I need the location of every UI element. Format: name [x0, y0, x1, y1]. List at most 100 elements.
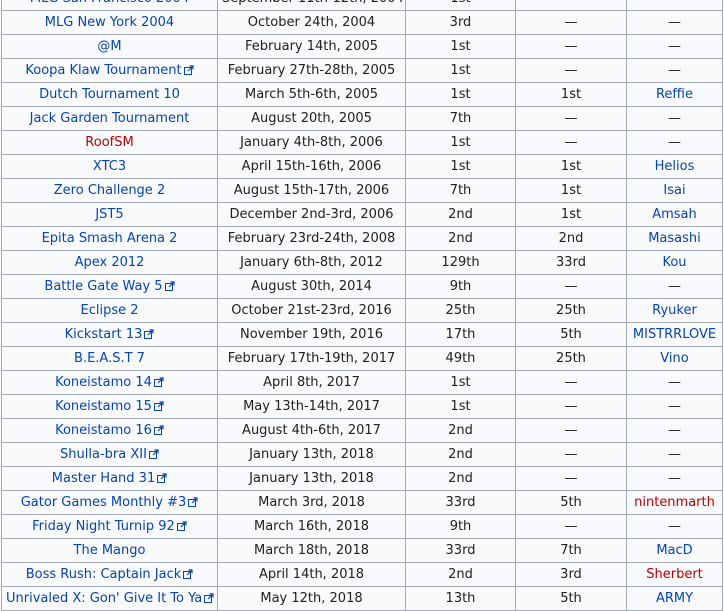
singles-placement-cell: 49th — [405, 346, 516, 371]
tournament-link[interactable]: MLG San Francisco 2004 — [30, 0, 189, 6]
doubles-placement-cell: — — [515, 10, 627, 35]
tournament-cell: MLG San Francisco 2004 — [1, 0, 218, 11]
tournament-link[interactable]: XTC3 — [93, 159, 126, 174]
table-row: Kickstart 13 November 19th, 2016 17th 5th MI… — [1, 322, 723, 347]
date-cell: January 13th, 2018 — [217, 442, 406, 467]
tournament-link[interactable]: Eclipse 2 — [80, 303, 138, 318]
partner-cell — [626, 0, 723, 11]
tournament-results-table: MLG San Francisco 2004 September 11th-12t… — [1, 0, 723, 611]
tournament-cell: MLG New York 2004 — [1, 10, 218, 35]
external-link-icon[interactable] — [176, 521, 187, 531]
partner-link[interactable]: Masashi — [648, 231, 701, 246]
external-link-icon[interactable] — [183, 569, 193, 579]
singles-placement-cell: 2nd — [405, 226, 516, 251]
tournament-cell: JST5 — [1, 202, 218, 227]
partner-cell: MacD — [626, 538, 723, 563]
singles-placement-cell: 2nd — [405, 466, 516, 491]
tournament-cell: Zero Challenge 2 — [1, 178, 218, 203]
external-link-icon[interactable] — [148, 449, 159, 459]
partner-cell: — — [626, 10, 723, 35]
partner-link[interactable]: ARMY — [656, 591, 693, 606]
tournament-link[interactable]: Dutch Tournament 10 — [39, 87, 180, 102]
table-row: Master Hand 31 January 13th, 2018 2nd — — — [1, 466, 723, 491]
tournament-link[interactable]: B.E.A.S.T 7 — [74, 351, 145, 366]
date-cell: November 19th, 2016 — [217, 322, 406, 347]
partner-cell: Ryuker — [626, 298, 723, 323]
doubles-placement-cell: 1st — [515, 154, 627, 179]
doubles-placement-cell: — — [515, 130, 627, 155]
external-link-icon[interactable] — [144, 329, 154, 339]
tournament-link[interactable]: The Mango — [74, 543, 146, 558]
doubles-placement-cell: — — [515, 418, 627, 443]
external-link-icon[interactable] — [183, 65, 194, 75]
singles-placement-cell: 2nd — [405, 418, 516, 443]
tournament-link[interactable]: Kickstart 13 — [65, 327, 143, 342]
partner-link[interactable]: Reffie — [656, 87, 693, 102]
partner-link[interactable]: Vino — [660, 351, 688, 366]
tournament-link[interactable]: Koopa Klaw Tournament — [25, 63, 181, 78]
table-row: Shulla-bra XII January 13th, 2018 2nd — — — [1, 442, 723, 467]
date-cell: August 20th, 2005 — [217, 106, 406, 131]
date-cell: December 2nd-3rd, 2006 — [217, 202, 406, 227]
tournament-cell: Dutch Tournament 10 — [1, 82, 218, 107]
table-row: @M February 14th, 2005 1st — — — [1, 34, 723, 59]
doubles-placement-cell — [515, 0, 627, 11]
tournament-link[interactable]: JST5 — [95, 207, 123, 222]
partner-link[interactable]: Isai — [663, 183, 685, 198]
table-row: Koneistamo 16 August 4th-6th, 2017 2nd — — — [1, 418, 723, 443]
tournament-cell: XTC3 — [1, 154, 218, 179]
tournament-link[interactable]: Epita Smash Arena 2 — [42, 231, 178, 246]
partner-link[interactable]: Ryuker — [652, 303, 697, 318]
external-link-icon[interactable] — [153, 401, 164, 411]
external-link-icon[interactable] — [204, 593, 214, 603]
external-link-icon[interactable] — [164, 281, 175, 291]
partner-link[interactable]: Amsah — [652, 207, 697, 222]
external-link-icon[interactable] — [157, 473, 167, 483]
tournament-link[interactable]: @M — [97, 39, 121, 54]
tournament-cell: Koopa Klaw Tournament — [1, 58, 218, 83]
tournament-link[interactable]: Zero Challenge 2 — [54, 183, 165, 198]
partner-link[interactable]: Kou — [662, 255, 686, 270]
singles-placement-cell: 1st — [405, 154, 516, 179]
tournament-link[interactable]: Apex 2012 — [75, 255, 145, 270]
doubles-placement-cell: 5th — [515, 586, 627, 611]
doubles-placement-cell: 5th — [515, 322, 627, 347]
singles-placement-cell: 7th — [405, 178, 516, 203]
doubles-placement-cell: — — [515, 514, 627, 539]
date-cell: May 12th, 2018 — [217, 586, 406, 611]
partner-cell: — — [626, 106, 723, 131]
table-row: Eclipse 2 October 21st-23rd, 2016 25th 25th… — [1, 298, 723, 323]
external-link-icon[interactable] — [153, 425, 164, 435]
singles-placement-cell: 1st — [405, 370, 516, 395]
tournament-link[interactable]: Koneistamo 15 — [55, 399, 152, 414]
tournament-link[interactable]: Master Hand 31 — [52, 471, 155, 486]
singles-placement-cell: 129th — [405, 250, 516, 275]
tournament-link[interactable]: Koneistamo 16 — [55, 423, 152, 438]
table-row: XTC3 April 15th-16th, 2006 1st 1st Helios — [1, 154, 723, 179]
tournament-link[interactable]: RoofSM — [85, 135, 133, 150]
external-link-icon[interactable] — [188, 497, 198, 507]
tournament-cell: @M — [1, 34, 218, 59]
table-row: MLG New York 2004 October 24th, 2004 3rd — — — [1, 10, 723, 35]
partner-link[interactable]: Helios — [655, 159, 695, 174]
partner-link[interactable]: nintenmarth — [634, 495, 715, 510]
partner-link[interactable]: MacD — [656, 543, 692, 558]
tournament-link[interactable]: Battle Gate Way 5 — [44, 279, 162, 294]
tournament-cell: Boss Rush: Captain Jack — [1, 562, 218, 587]
partner-link[interactable]: Sherbert — [646, 567, 703, 582]
tournament-link[interactable]: Koneistamo 14 — [55, 375, 152, 390]
tournament-link[interactable]: Friday Night Turnip 92 — [32, 519, 175, 534]
tournament-link[interactable]: Shulla-bra XII — [60, 447, 147, 462]
external-link-icon[interactable] — [153, 377, 164, 387]
table-row: Epita Smash Arena 2 February 23rd-24th, 2… — [1, 226, 723, 251]
tournament-cell: Battle Gate Way 5 — [1, 274, 218, 299]
tournament-link[interactable]: Jack Garden Tournament — [30, 111, 190, 126]
table-row: Jack Garden Tournament August 20th, 2005 7… — [1, 106, 723, 131]
tournament-link[interactable]: Gator Games Monthly #3 — [21, 495, 187, 510]
table-row: B.E.A.S.T 7 February 17th-19th, 2017 49th 2… — [1, 346, 723, 371]
partner-link[interactable]: MISTRRLOVE — [633, 327, 716, 342]
tournament-link[interactable]: Unrivaled X: Gon' Give It To Ya — [6, 591, 202, 606]
doubles-placement-cell: 1st — [515, 202, 627, 227]
tournament-link[interactable]: Boss Rush: Captain Jack — [26, 567, 182, 582]
tournament-link[interactable]: MLG New York 2004 — [45, 15, 174, 30]
